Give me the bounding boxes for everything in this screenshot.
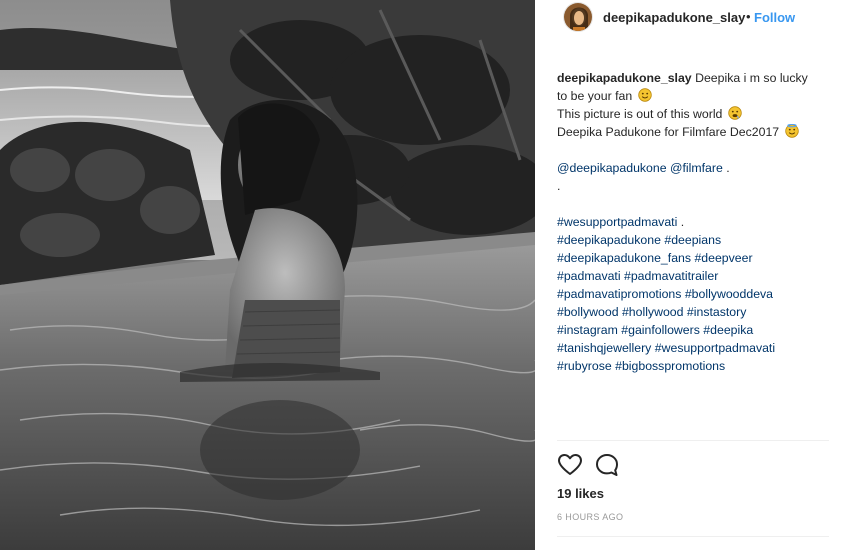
caption-line: #padmavati #padmavatitrailer [557, 267, 842, 285]
hashtag-link[interactable]: #bollywood [557, 305, 619, 319]
caption-line: #rubyrose #bigbosspromotions [557, 357, 842, 375]
heart-outline-icon [558, 454, 582, 475]
caption-line: @deepikapadukone @filmfare . [557, 159, 842, 177]
caption-line: #deepikapadukone_fans #deepveer [557, 249, 842, 267]
mention-link[interactable]: @deepikapadukone [557, 161, 667, 175]
caption-line: This picture is out of this world [557, 105, 842, 123]
post-header: deepikapadukone_slay • Follow [535, 0, 850, 35]
caption-text: . [557, 179, 561, 193]
hashtag-link[interactable]: #instagram [557, 323, 618, 337]
post-photo[interactable] [0, 0, 535, 550]
post-image [0, 0, 535, 550]
hashtag-link[interactable]: #tanishqjewellery [557, 341, 651, 355]
caption-text: This picture is out of this world [557, 107, 723, 121]
avatar-image [564, 3, 592, 31]
like-button[interactable] [557, 452, 583, 478]
separator-dot: • [746, 9, 751, 24]
caption-text: Deepika Padukone for Filmfare Dec2017 [557, 125, 780, 139]
hashtag-link[interactable]: #deepikapadukone [557, 233, 661, 247]
caption-text: . [722, 161, 730, 175]
post-timestamp[interactable]: 6 HOURS AGO [557, 512, 623, 522]
caption-text: Deepika i m so lucky [691, 71, 808, 85]
caption-line: #instagram #gainfollowers #deepika [557, 321, 842, 339]
follow-button[interactable]: Follow [754, 10, 795, 25]
caption-line: Deepika Padukone for Filmfare Dec2017 [557, 123, 842, 141]
hashtag-link[interactable]: #deepikapadukone_fans [557, 251, 691, 265]
caption-line: deepikapadukone_slay Deepika i m so luck… [557, 69, 842, 87]
caption-line: #tanishqjewellery #wesupportpadmavati [557, 339, 842, 357]
hashtag-link[interactable]: #deepika [703, 323, 753, 337]
caption-line: #bollywood #hollywood #instastory [557, 303, 842, 321]
hashtag-link[interactable]: #bigbosspromotions [615, 359, 725, 373]
mention-link[interactable]: @filmfare [670, 161, 723, 175]
caption-text: . [677, 215, 685, 229]
caption-username[interactable]: deepikapadukone_slay [557, 71, 692, 85]
bottom-divider [557, 536, 829, 537]
post-username[interactable]: deepikapadukone_slay [603, 10, 745, 25]
hashtag-link[interactable]: #gainfollowers [621, 323, 700, 337]
post-panel: deepikapadukone_slay • Follow deepikapad… [535, 0, 850, 550]
hashtag-link[interactable]: #hollywood [622, 305, 684, 319]
hashtag-link[interactable]: #wesupportpadmavati [557, 215, 677, 229]
hashtag-link[interactable]: #rubyrose [557, 359, 612, 373]
divider [557, 440, 829, 441]
caption-line: #wesupportpadmavati . [557, 213, 842, 231]
hashtag-link[interactable]: #padmavatipromotions [557, 287, 681, 301]
caption-line [557, 195, 842, 213]
halo-face-emoji [784, 124, 799, 138]
hashtag-link[interactable]: #deepveer [694, 251, 752, 265]
caption-text: to be your fan [557, 89, 633, 103]
hashtag-link[interactable]: #padmavati [557, 269, 621, 283]
hashtag-link[interactable]: #bollywooddeva [685, 287, 773, 301]
comment-button[interactable] [594, 452, 620, 478]
caption-line: #deepikapadukone #deepians [557, 231, 842, 249]
caption-line: #padmavatipromotions #bollywooddeva [557, 285, 842, 303]
hashtag-link[interactable]: #deepians [664, 233, 721, 247]
hashtag-link[interactable]: #instastory [687, 305, 746, 319]
post-caption: deepikapadukone_slay Deepika i m so luck… [557, 69, 842, 375]
drooling-face-emoji [728, 106, 742, 120]
speech-bubble-icon [596, 454, 618, 476]
hashtag-link[interactable]: #wesupportpadmavati [655, 341, 775, 355]
likes-count[interactable]: 19 likes [557, 486, 604, 501]
avatar[interactable] [563, 2, 593, 32]
hashtag-link[interactable]: #padmavatitrailer [624, 269, 718, 283]
caption-line [557, 141, 842, 159]
caption-line: to be your fan [557, 87, 842, 105]
caption-line: . [557, 177, 842, 195]
smiling-face-emoji [637, 88, 652, 102]
